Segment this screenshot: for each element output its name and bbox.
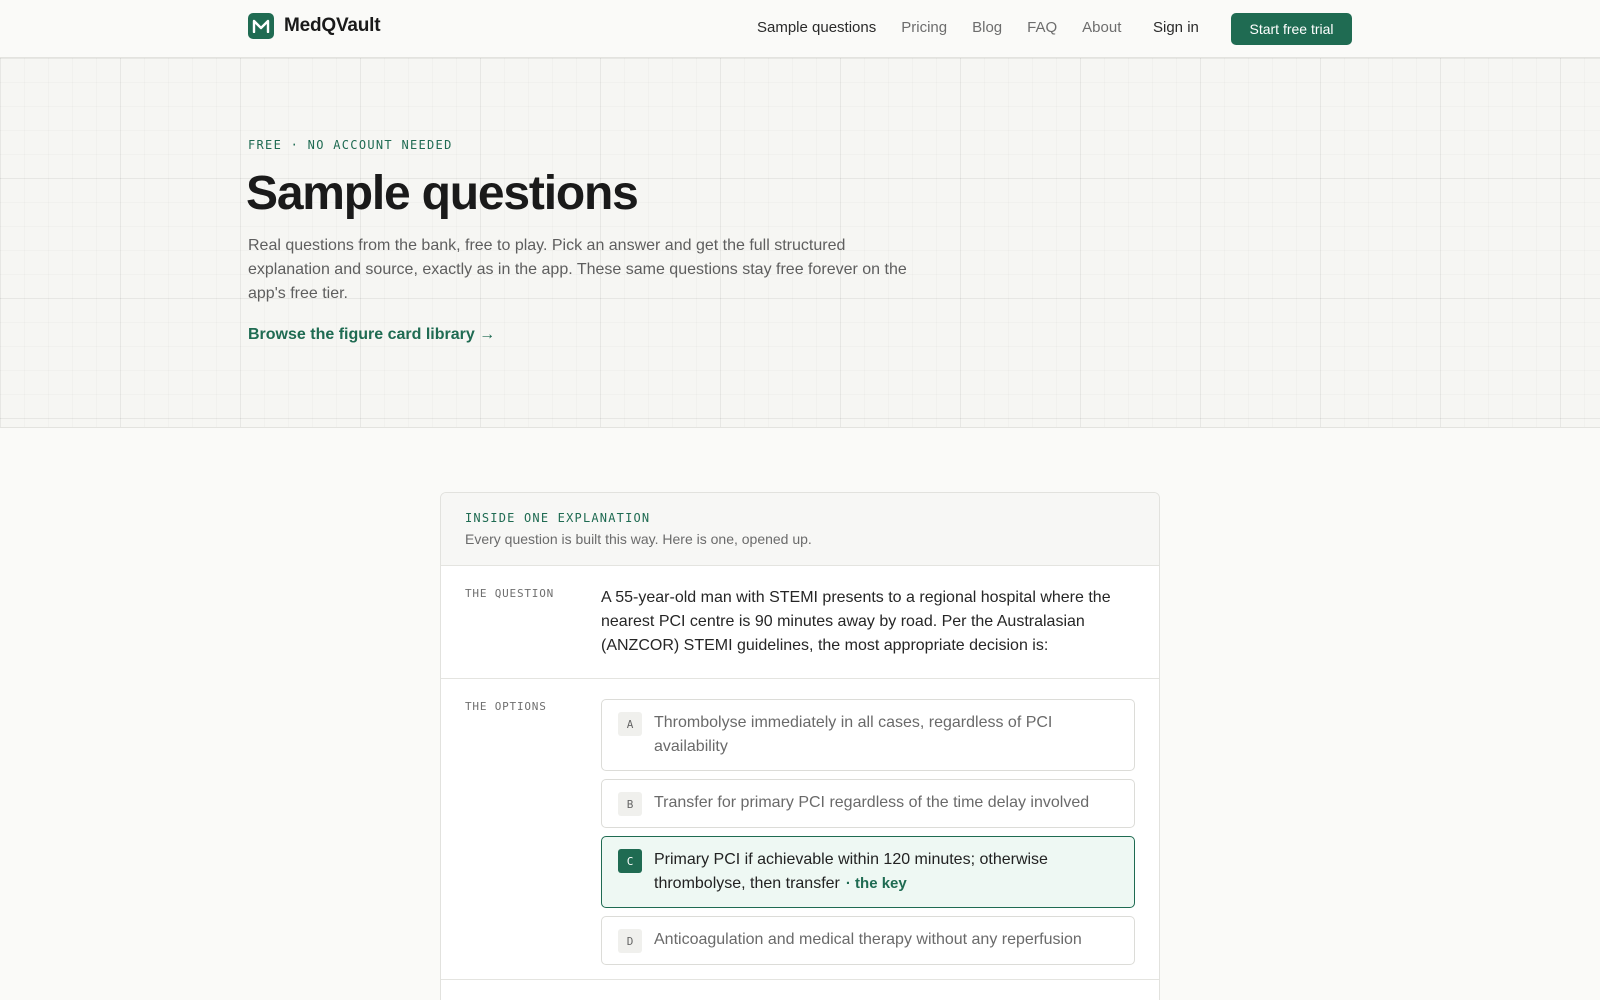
- nav-link-sample-questions[interactable]: Sample questions: [757, 19, 876, 36]
- hero-eyebrow: FREE · NO ACCOUNT NEEDED: [248, 138, 453, 152]
- top-nav: MedQVault Sample questions Pricing Blog …: [0, 0, 1600, 58]
- options-label: THE OPTIONS: [465, 700, 547, 713]
- option-letter: C: [618, 849, 642, 873]
- page-title: Sample questions: [246, 167, 639, 220]
- option-text: Thrombolyse immediately in all cases, re…: [654, 714, 1053, 755]
- figure-card-library-link[interactable]: Browse the figure card library →: [248, 326, 495, 344]
- option-d[interactable]: D Anticoagulation and medical therapy wi…: [601, 916, 1135, 965]
- option-letter: A: [618, 712, 642, 736]
- hero-section: FREE · NO ACCOUNT NEEDED Sample question…: [0, 58, 1600, 428]
- explanation-card: INSIDE ONE EXPLANATION Every question is…: [440, 492, 1160, 1000]
- logo-icon: [248, 13, 274, 39]
- option-letter: D: [618, 929, 642, 953]
- option-letter: B: [618, 792, 642, 816]
- card-header: INSIDE ONE EXPLANATION Every question is…: [441, 493, 1159, 566]
- nav-link-pricing[interactable]: Pricing: [901, 19, 947, 36]
- option-text: Transfer for primary PCI regardless of t…: [654, 794, 1090, 811]
- nav-links: Sample questions Pricing Blog FAQ About: [757, 19, 1146, 36]
- options-row: THE OPTIONS A Thrombolyse immediately in…: [441, 679, 1159, 980]
- option-a[interactable]: A Thrombolyse immediately in all cases, …: [601, 699, 1135, 771]
- brand-name: MedQVault: [284, 15, 381, 36]
- option-c[interactable]: C Primary PCI if achievable within 120 m…: [601, 836, 1135, 908]
- question-label: THE QUESTION: [465, 587, 555, 600]
- brand[interactable]: MedQVault: [248, 13, 381, 39]
- start-free-trial-button[interactable]: Start free trial: [1231, 13, 1352, 45]
- options-list: A Thrombolyse immediately in all cases, …: [601, 699, 1135, 973]
- option-text: Anticoagulation and medical therapy with…: [654, 931, 1082, 948]
- nav-link-faq[interactable]: FAQ: [1027, 19, 1057, 36]
- nav-link-blog[interactable]: Blog: [972, 19, 1002, 36]
- card-eyebrow: INSIDE ONE EXPLANATION: [465, 511, 651, 525]
- sign-in-link[interactable]: Sign in: [1153, 19, 1199, 36]
- option-b[interactable]: B Transfer for primary PCI regardless of…: [601, 779, 1135, 828]
- hero-description: Real questions from the bank, free to pl…: [248, 237, 907, 302]
- option-text: Primary PCI if achievable within 120 min…: [654, 848, 1118, 896]
- question-row: THE QUESTION A 55-year-old man with STEM…: [441, 566, 1159, 679]
- card-subtitle: Every question is built this way. Here i…: [465, 531, 812, 547]
- nav-link-about[interactable]: About: [1082, 19, 1121, 36]
- answer-key-tag: · the key: [845, 875, 907, 892]
- question-text: A 55-year-old man with STEMI presents to…: [601, 589, 1111, 654]
